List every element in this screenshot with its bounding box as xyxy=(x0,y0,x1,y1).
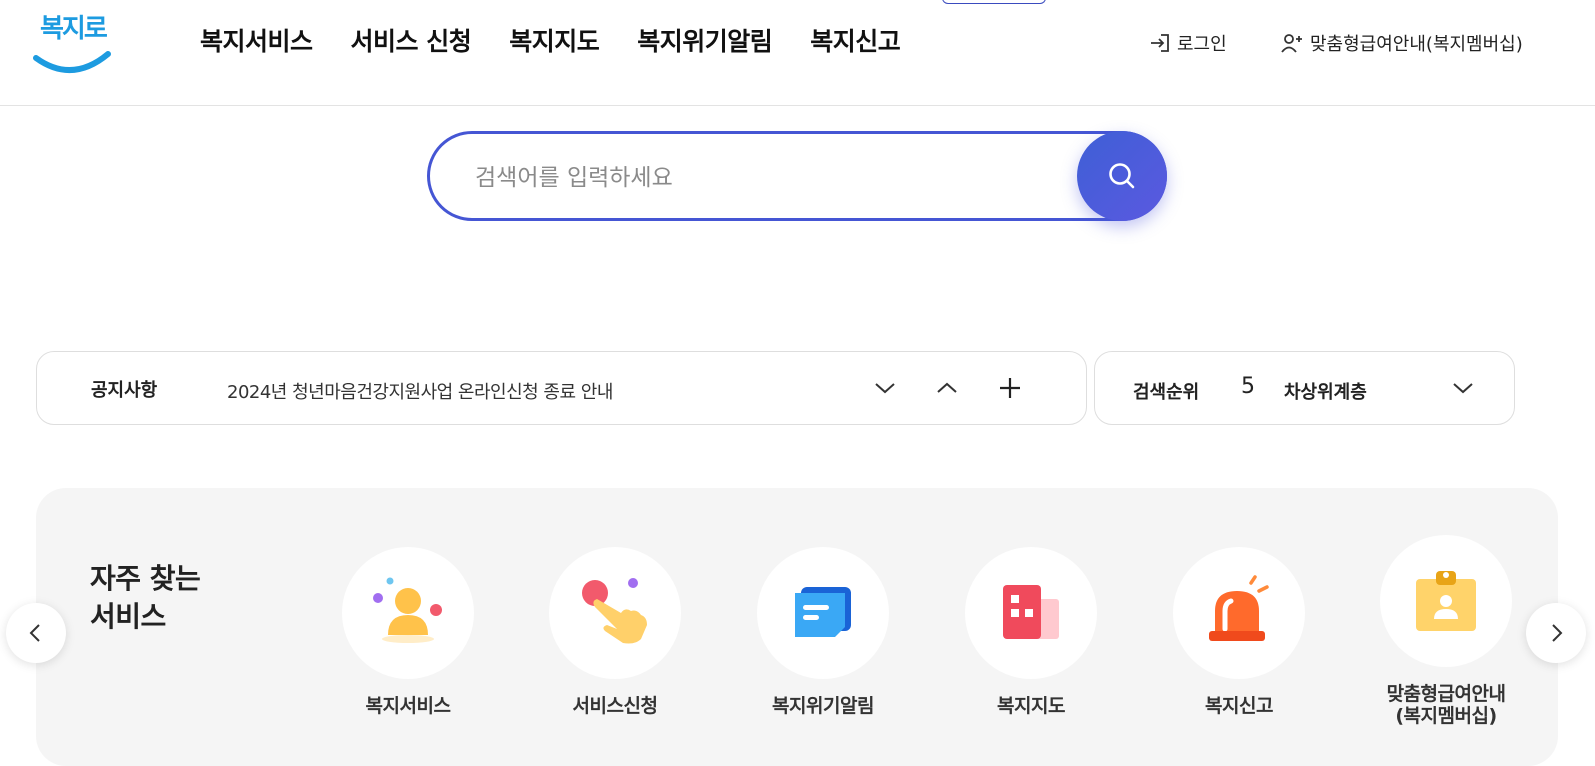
service-label: 서비스신청 xyxy=(572,695,658,717)
tap-hand-icon xyxy=(582,578,647,644)
main-nav: 복지서비스 서비스 신청 복지지도 복지위기알림 복지신고 xyxy=(200,22,938,58)
ranking-label: 검색순위 xyxy=(1133,382,1200,403)
site-logo[interactable]: 복지로 xyxy=(32,6,112,73)
carousel-prev-button[interactable] xyxy=(6,603,66,663)
notice-text[interactable]: 2024년 청년마음건강지원사업 온라인신청 종료 안내 xyxy=(227,378,613,404)
notice-label: 공지사항 xyxy=(91,380,158,401)
ranking-term[interactable]: 차상위계층 xyxy=(1284,378,1367,404)
notice-prev-button[interactable] xyxy=(929,370,965,406)
ranking-number: 5 xyxy=(1241,374,1255,399)
site-header: 복지로 복지서비스 서비스 신청 복지지도 복지위기알림 복지신고 로그인 맞춤… xyxy=(0,0,1595,106)
membership-label: 맞춤형급여안내(복지멤버십) xyxy=(1310,34,1523,55)
search-ranking: 검색순위 5 차상위계층 xyxy=(1094,351,1515,425)
service-label: 복지지도 xyxy=(997,695,1065,717)
plus-icon xyxy=(1000,378,1020,398)
nav-welfare-map[interactable]: 복지지도 xyxy=(509,22,600,58)
membership-link[interactable]: 맞춤형급여안내(복지멤버십) xyxy=(1280,30,1523,56)
service-label: 복지신고 xyxy=(1205,695,1273,717)
service-membership[interactable]: 맞춤형급여안내 (복지멤버십) xyxy=(1361,535,1531,727)
login-icon xyxy=(1151,34,1169,52)
notice-more-button[interactable] xyxy=(992,370,1028,406)
ranking-expand-button[interactable] xyxy=(1445,370,1481,406)
service-icon-circle xyxy=(757,547,889,679)
service-label: 맞춤형급여안내 (복지멤버십) xyxy=(1361,683,1531,727)
nav-welfare-services[interactable]: 복지서비스 xyxy=(200,22,313,58)
service-icon-circle xyxy=(965,547,1097,679)
notice-bar: 공지사항 2024년 청년마음건강지원사업 온라인신청 종료 안내 xyxy=(36,351,1087,425)
service-welfare[interactable]: 복지서비스 xyxy=(323,547,493,717)
chevron-right-icon xyxy=(1552,624,1563,642)
service-welfare-report[interactable]: 복지신고 xyxy=(1154,547,1324,717)
chevron-up-icon xyxy=(937,382,957,393)
carousel-next-button[interactable] xyxy=(1526,603,1586,663)
service-label: 복지위기알림 xyxy=(772,695,874,717)
chevron-left-icon xyxy=(29,624,40,642)
id-badge-icon xyxy=(1416,571,1476,631)
add-user-icon xyxy=(1281,34,1302,53)
message-icon xyxy=(795,587,851,637)
login-link[interactable]: 로그인 xyxy=(1149,30,1227,56)
title-line-2: 서비스 xyxy=(90,600,166,633)
search-input[interactable] xyxy=(475,158,1055,198)
search-button[interactable] xyxy=(1077,131,1167,221)
search-box xyxy=(427,131,1167,221)
service-label-line-2: (복지멤버십) xyxy=(1395,705,1497,727)
chevron-down-icon xyxy=(1453,383,1473,394)
nav-welfare-report[interactable]: 복지신고 xyxy=(810,22,901,58)
service-welfare-map[interactable]: 복지지도 xyxy=(946,547,1116,717)
person-icon xyxy=(373,577,442,643)
service-crisis-alert[interactable]: 복지위기알림 xyxy=(738,547,908,717)
siren-icon xyxy=(1209,575,1269,641)
frequent-services-title: 자주 찾는 서비스 xyxy=(90,560,201,636)
service-label: 복지서비스 xyxy=(365,695,451,717)
title-line-1: 자주 찾는 xyxy=(90,562,201,595)
frequent-services-panel: 자주 찾는 서비스 복지서비스 서비스신청 복지위기알림 복지지도 복지신고 맞… xyxy=(36,488,1558,766)
nav-service-apply[interactable]: 서비스 신청 xyxy=(351,22,472,58)
building-map-icon xyxy=(1003,585,1059,639)
service-apply[interactable]: 서비스신청 xyxy=(530,547,700,717)
search-icon xyxy=(1109,163,1135,189)
service-icon-circle xyxy=(342,547,474,679)
service-icon-circle xyxy=(549,547,681,679)
notice-next-button[interactable] xyxy=(867,370,903,406)
service-label-line-1: 맞춤형급여안내 xyxy=(1386,683,1506,705)
service-icon-circle xyxy=(1380,535,1512,667)
chevron-down-icon xyxy=(875,383,895,394)
service-icon-circle xyxy=(1173,547,1305,679)
login-label: 로그인 xyxy=(1177,34,1227,55)
nav-crisis-alert[interactable]: 복지위기알림 xyxy=(637,22,773,58)
logo-smile-icon xyxy=(33,51,111,73)
nav-indicator xyxy=(942,0,1046,4)
